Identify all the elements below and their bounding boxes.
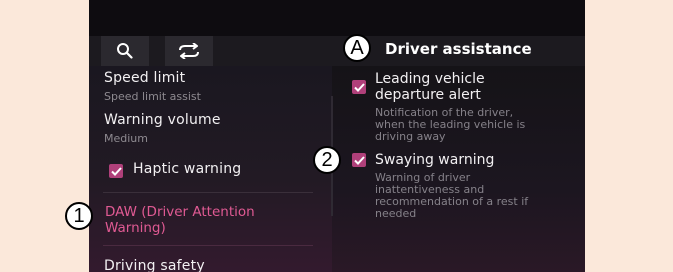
search-button[interactable] xyxy=(101,36,149,66)
speed-limit-value: Speed limit assist xyxy=(104,90,201,103)
top-status-strip xyxy=(89,0,585,36)
leading-vehicle-checkbox[interactable] xyxy=(352,80,366,94)
callout-a: A xyxy=(343,34,371,62)
swap-arrows-icon xyxy=(176,43,202,59)
leading-vehicle-desc-line3: driving away xyxy=(375,130,446,143)
leading-vehicle-title-line2: departure alert xyxy=(375,87,481,103)
haptic-warning-checkbox[interactable] xyxy=(109,164,123,178)
swap-button[interactable] xyxy=(165,36,213,66)
warning-volume-label: Warning volume xyxy=(104,112,221,128)
swaying-warning-checkbox[interactable] xyxy=(352,153,366,167)
swaying-warning-title: Swaying warning xyxy=(375,152,495,168)
daw-label-line1: DAW (Driver Attention xyxy=(105,204,255,220)
callout-2: 2 xyxy=(313,146,341,174)
swaying-desc-line4: needed xyxy=(375,207,417,220)
page-title: Driver assistance xyxy=(385,40,532,58)
menu-item-driving-safety[interactable]: Driving safety xyxy=(104,258,205,272)
search-icon xyxy=(116,42,134,60)
leading-vehicle-title-line1: Leading vehicle xyxy=(375,71,485,87)
speed-limit-label: Speed limit xyxy=(104,70,186,86)
menu-divider xyxy=(103,245,313,246)
daw-label-line2: Warning) xyxy=(105,220,166,236)
haptic-warning-label: Haptic warning xyxy=(133,161,242,177)
menu-divider xyxy=(103,192,313,193)
infotainment-screen: Driver assistance Speed limit Speed limi… xyxy=(89,0,585,272)
warning-volume-value: Medium xyxy=(104,132,148,145)
callout-1: 1 xyxy=(65,202,93,230)
